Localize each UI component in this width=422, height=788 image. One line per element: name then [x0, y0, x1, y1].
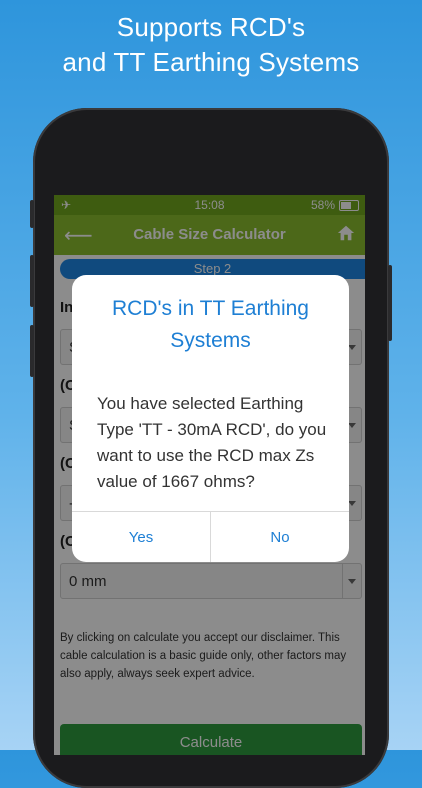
promo-headline-line2: and TT Earthing Systems: [62, 47, 360, 77]
dialog-message: You have selected Earthing Type 'TT - 30…: [97, 394, 327, 491]
rcd-dialog: RCD's in TT Earthing Systems You have se…: [72, 275, 349, 562]
phone-mute-button: [30, 200, 34, 228]
dialog-title: RCD's in TT Earthing Systems: [112, 297, 309, 352]
phone-power-button: [388, 265, 392, 341]
promo-headline-line1: Supports RCD's: [116, 12, 306, 42]
phone-volume-down-button: [30, 325, 34, 377]
promo-headline: Supports RCD's and TT Earthing Systems: [0, 10, 422, 80]
phone-volume-up-button: [30, 255, 34, 307]
yes-button[interactable]: Yes: [72, 512, 211, 562]
no-button[interactable]: No: [211, 512, 349, 562]
dialog-actions: Yes No: [72, 511, 349, 562]
